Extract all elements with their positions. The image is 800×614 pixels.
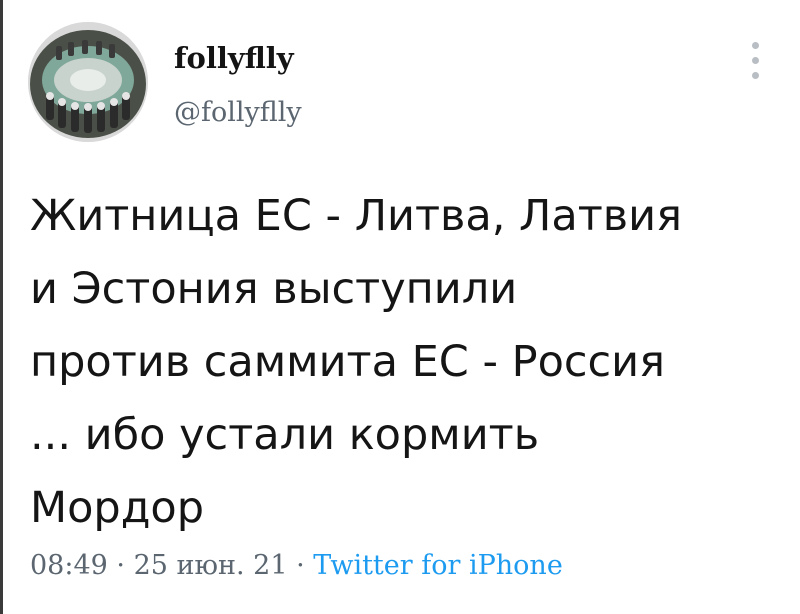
meta-separator: · bbox=[287, 550, 314, 581]
author-display-name[interactable]: follyflly bbox=[174, 40, 294, 76]
tweet-card: follyflly @follyflly Житница ЕС - Литва,… bbox=[0, 0, 800, 614]
avatar-image bbox=[28, 22, 148, 142]
tweet-text-line: против саммита ЕС - Россия bbox=[30, 337, 665, 387]
tweet-text-line: и Эстония выступили bbox=[30, 264, 518, 314]
tweet-time[interactable]: 08:49 bbox=[30, 550, 108, 581]
tweet-text-line: Житница ЕС - Литва, Латвия bbox=[30, 191, 682, 241]
author-handle[interactable]: @follyflly bbox=[174, 96, 302, 130]
meta-separator: · bbox=[107, 550, 134, 581]
tweet-source-link[interactable]: Twitter for iPhone bbox=[313, 550, 563, 581]
tweet-metadata: 08:49 · 25 июн. 21 · Twitter for iPhone bbox=[30, 548, 563, 584]
avatar[interactable] bbox=[28, 22, 148, 142]
more-vertical-icon-dot bbox=[752, 72, 759, 79]
tweet-text-line: ... ибо устали кормить bbox=[30, 410, 540, 460]
more-options-button[interactable] bbox=[744, 40, 768, 82]
tweet-text-line: Мордор bbox=[30, 483, 205, 533]
more-vertical-icon bbox=[752, 42, 759, 49]
tweet-text: Житница ЕС - Литва, Латвия и Эстония выс… bbox=[30, 180, 790, 545]
tweet-date[interactable]: 25 июн. 21 bbox=[134, 550, 288, 581]
more-vertical-icon-dot bbox=[752, 57, 759, 64]
